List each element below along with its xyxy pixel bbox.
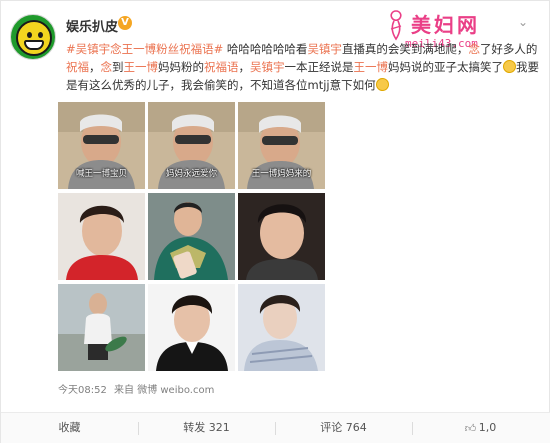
image-thumb-4[interactable] bbox=[58, 193, 145, 280]
image-caption: 妈妈永远爱你 bbox=[165, 169, 217, 179]
watermark-title: 美妇网 bbox=[411, 13, 480, 37]
laughing-emoji-icon bbox=[503, 60, 516, 73]
photo-image bbox=[58, 193, 145, 280]
image-caption: 喊王一博宝贝 bbox=[75, 169, 127, 179]
image-grid: 喊王一博宝贝 妈妈永远爱你 王一博妈妈来的 bbox=[58, 102, 326, 373]
like-button[interactable]: 👍︎ 1,0 bbox=[412, 413, 549, 443]
smiley-face-icon bbox=[16, 20, 52, 56]
avatar[interactable] bbox=[10, 14, 56, 60]
like-count: 1,0 bbox=[478, 421, 497, 434]
mention-link[interactable]: 吴镇宇 bbox=[307, 42, 342, 56]
post-text-segment: 直播真的会笑到满地爬， bbox=[341, 42, 469, 56]
chevron-down-icon[interactable]: ⌄ bbox=[516, 15, 530, 29]
image-thumb-9[interactable] bbox=[238, 284, 325, 371]
photo-image bbox=[238, 193, 325, 280]
post-text-segment: 了好多人的 bbox=[479, 42, 538, 56]
source-link[interactable]: 微博 weibo.com bbox=[137, 385, 214, 396]
image-caption: 王一博妈妈来的 bbox=[251, 169, 312, 179]
action-bar: 收藏 转发 321 评论 764 👍︎ 1,0 bbox=[1, 412, 550, 443]
image-thumb-1[interactable]: 喊王一博宝贝 bbox=[58, 102, 145, 189]
image-thumb-6[interactable] bbox=[238, 193, 325, 280]
keyword-link[interactable]: 祝福 bbox=[66, 60, 89, 74]
post-text-segment: 哈哈哈哈哈哈看 bbox=[223, 42, 308, 56]
favorite-button[interactable]: 收藏 bbox=[1, 413, 138, 443]
smile-emoji-icon bbox=[375, 78, 389, 91]
thumbs-up-icon: 👍︎ bbox=[464, 422, 477, 435]
image-thumb-3[interactable]: 王一博妈妈来的 bbox=[238, 102, 325, 189]
image-thumb-7[interactable] bbox=[58, 284, 145, 371]
source-prefix: 来自 bbox=[114, 385, 135, 396]
post-text-segment: 妈妈说的亚子太搞笑了 bbox=[388, 60, 503, 74]
eye-left bbox=[27, 32, 32, 38]
post-text: #吴镇宇念王一博粉丝祝福语# 哈哈哈哈哈哈看吴镇宇直播真的会笑到满地爬，念了好多… bbox=[66, 40, 540, 94]
mention-link[interactable]: 王一博 bbox=[354, 60, 389, 74]
photo-image bbox=[58, 284, 145, 371]
repost-label: 转发 321 bbox=[183, 421, 230, 434]
weibo-post-card: 娱乐扒皮 V ⌄ 美妇网 meili43.com #吴镇宇念王一博粉丝祝福语# … bbox=[0, 0, 550, 443]
post-meta: 今天08:52 来自 微博 weibo.com bbox=[58, 381, 214, 396]
mouth bbox=[24, 40, 44, 50]
post-text-segment: 一本正经说是 bbox=[284, 60, 354, 74]
repost-button[interactable]: 转发 321 bbox=[138, 413, 275, 443]
photo-image bbox=[238, 284, 325, 371]
mention-link[interactable]: 王一博 bbox=[124, 60, 159, 74]
verified-badge-icon: V bbox=[118, 16, 132, 30]
image-thumb-8[interactable] bbox=[148, 284, 235, 371]
post-time[interactable]: 今天08:52 bbox=[58, 385, 107, 396]
comment-label: 评论 764 bbox=[320, 421, 367, 434]
mention-link[interactable]: 吴镇宇 bbox=[250, 60, 285, 74]
comment-button[interactable]: 评论 764 bbox=[275, 413, 412, 443]
image-thumb-5[interactable] bbox=[148, 193, 235, 280]
username[interactable]: 娱乐扒皮 bbox=[66, 16, 118, 35]
post-text-segment: ， bbox=[89, 60, 101, 74]
photo-image bbox=[148, 284, 235, 371]
keyword-link[interactable]: 祝福语 bbox=[204, 60, 239, 74]
image-thumb-2[interactable]: 妈妈永远爱你 bbox=[148, 102, 235, 189]
keyword-link[interactable]: 念 bbox=[101, 60, 113, 74]
post-text-segment: 到 bbox=[112, 60, 124, 74]
post-text-segment: ， bbox=[238, 60, 251, 74]
favorite-label: 收藏 bbox=[58, 421, 81, 434]
post-text-segment: 妈妈粉的 bbox=[158, 60, 204, 74]
photo-image bbox=[148, 193, 235, 280]
hashtag-link[interactable]: #吴镇宇念王一博粉丝祝福语# bbox=[66, 42, 223, 56]
eye-right bbox=[38, 32, 43, 38]
keyword-link[interactable]: 念 bbox=[468, 42, 480, 56]
